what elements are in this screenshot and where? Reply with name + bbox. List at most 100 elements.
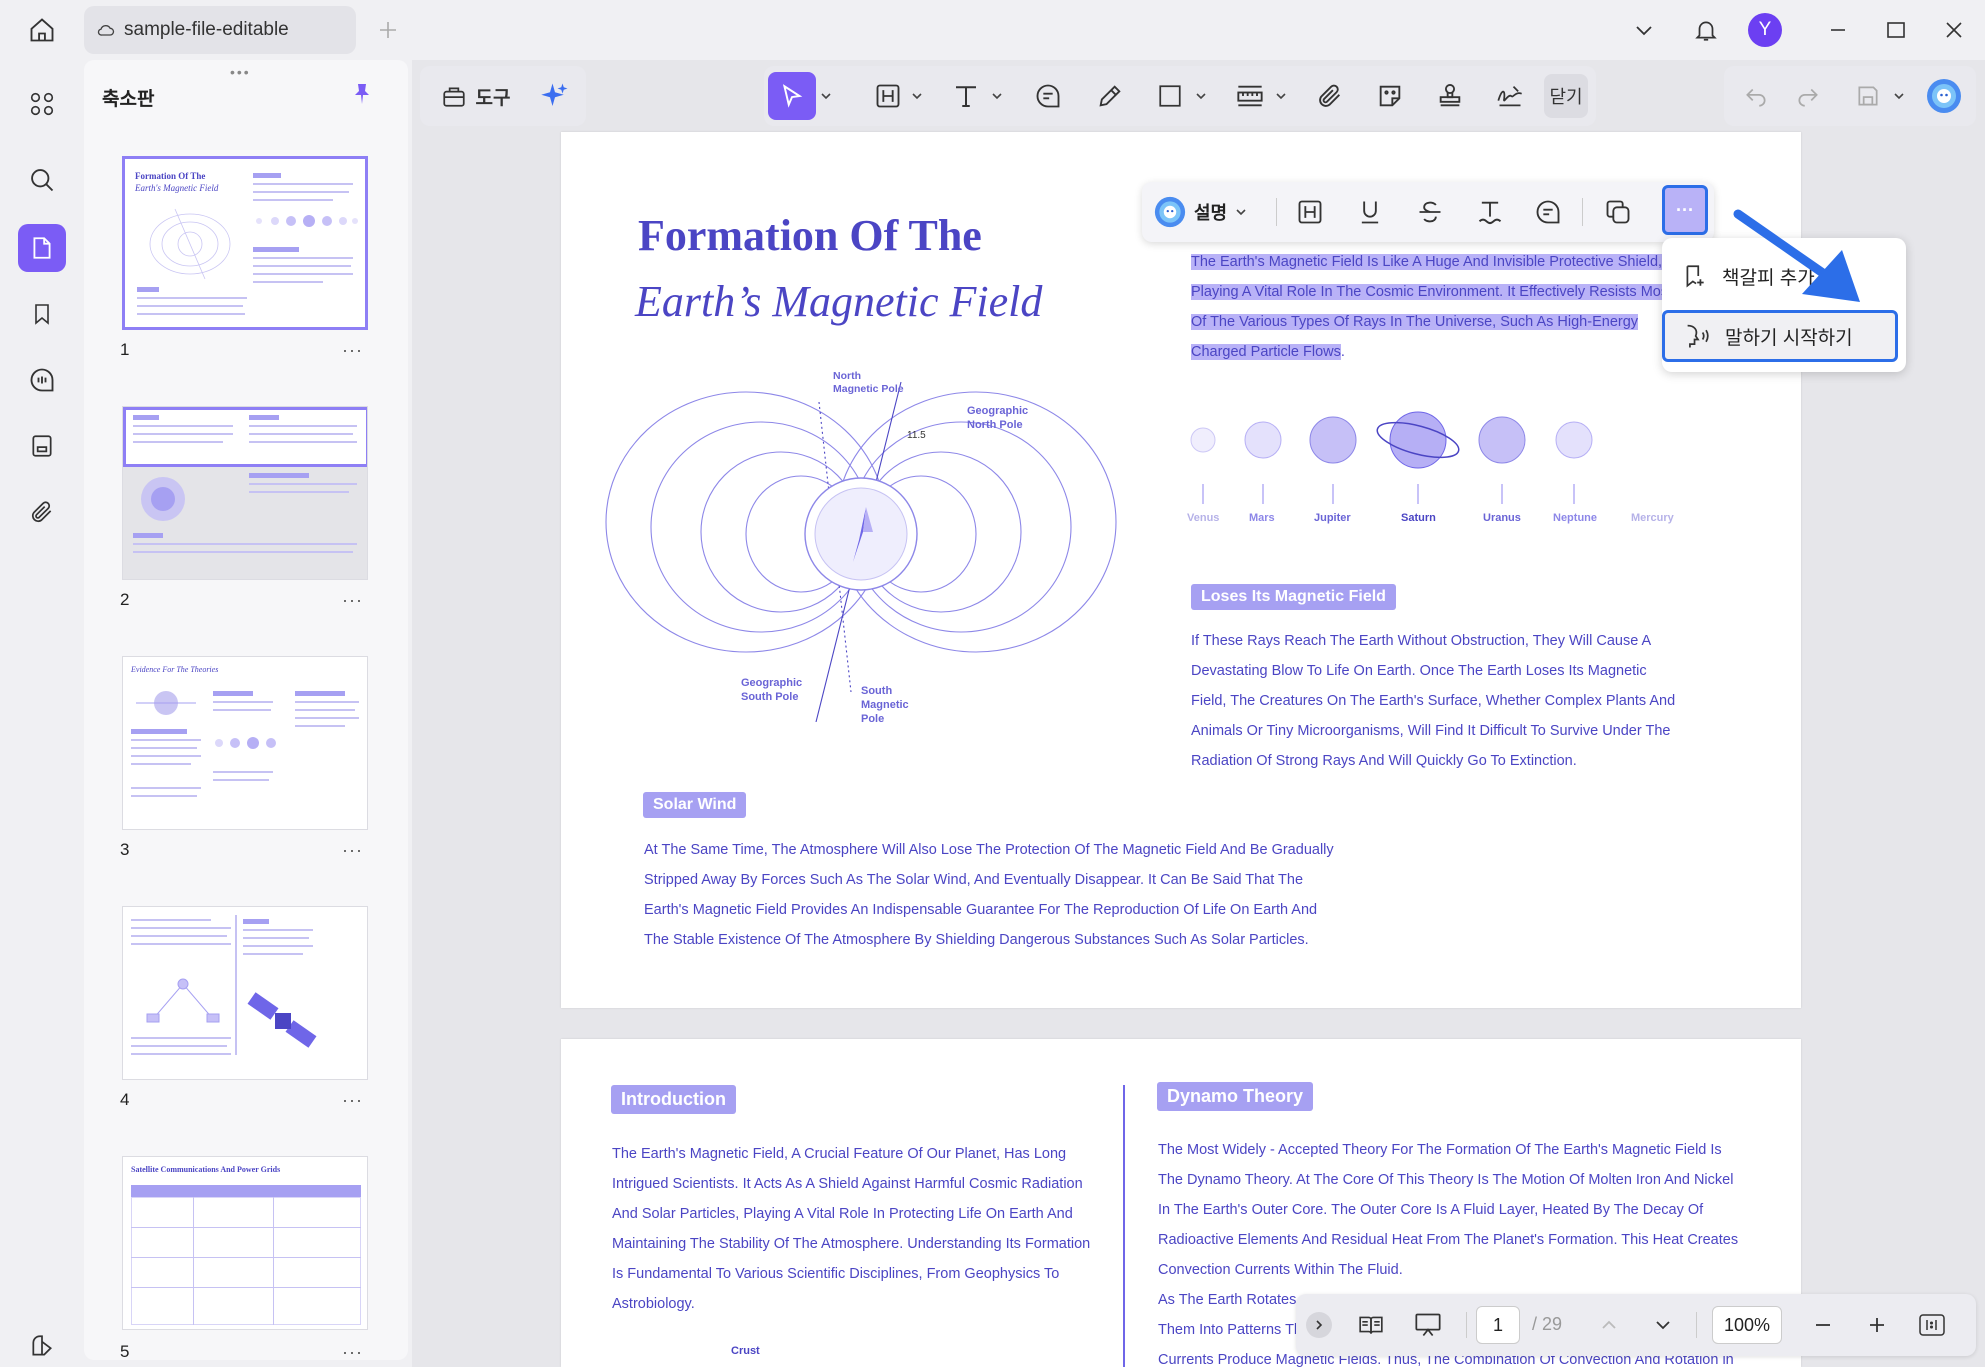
presentation-button[interactable]: [1408, 1308, 1448, 1342]
next-page-button[interactable]: [1648, 1310, 1678, 1340]
highlight-text-button[interactable]: [1290, 192, 1330, 232]
thumb-more-button[interactable]: ···: [342, 840, 363, 861]
page-thumbnail[interactable]: [122, 906, 368, 1080]
selected-line[interactable]: Of The Various Types Of Rays In The Univ…: [1191, 314, 1639, 330]
reading-mode-button[interactable]: [1354, 1308, 1388, 1342]
thumb-more-button[interactable]: ···: [342, 340, 363, 361]
strikethrough-button[interactable]: [1410, 192, 1450, 232]
maximize-button[interactable]: [1880, 14, 1912, 46]
ruler-icon: [1237, 85, 1263, 107]
rail-apps[interactable]: [18, 80, 66, 128]
shape-tool-button[interactable]: [1148, 66, 1192, 126]
measure-tool-dropdown[interactable]: [1272, 66, 1290, 126]
pencil-tool-button[interactable]: [1088, 66, 1132, 126]
signature-tool-button[interactable]: [1488, 66, 1532, 126]
stamp-tool-button[interactable]: [1428, 66, 1472, 126]
measure-tool-button[interactable]: [1228, 66, 1272, 126]
rail-bookmarks[interactable]: [18, 290, 66, 338]
tab-list-button[interactable]: [1628, 14, 1660, 46]
text-tool-button[interactable]: [944, 66, 988, 126]
selected-line[interactable]: Playing A Vital Role In The Cosmic Envir…: [1191, 284, 1673, 300]
text-line: The Stable Existence Of The Atmosphere B…: [644, 932, 1309, 948]
sticker-tool-button[interactable]: [1368, 66, 1412, 126]
explain-button[interactable]: 설명: [1154, 192, 1247, 232]
minimize-button[interactable]: [1822, 14, 1854, 46]
panel-drag-handle[interactable]: •••: [230, 64, 251, 80]
rail-theme[interactable]: [18, 1322, 66, 1367]
thumb-more-button[interactable]: ···: [342, 1342, 363, 1363]
home-button[interactable]: [22, 12, 62, 48]
close-window-button[interactable]: [1938, 14, 1970, 46]
selected-line[interactable]: The Earth's Magnetic Field Is Like A Hug…: [1191, 254, 1663, 270]
collapse-button[interactable]: [1306, 1312, 1332, 1338]
page-thumbnail[interactable]: Formation Of The Earth's Magnetic Field: [122, 156, 368, 330]
magnetic-field-diagram: [605, 381, 1117, 722]
text-tool-dropdown[interactable]: [988, 66, 1006, 126]
menu-item-start-speaking[interactable]: 말하기 시작하기: [1662, 310, 1898, 362]
pin-button[interactable]: [346, 78, 378, 110]
text-line: Radioactive Elements And Residual Heat F…: [1158, 1232, 1739, 1248]
page-thumbnail[interactable]: [122, 406, 368, 580]
thumbnail-panel: ••• 축소판 Formation Of The Earth's Magneti…: [84, 60, 408, 1363]
thumb-more-button[interactable]: ···: [342, 1090, 363, 1111]
page-number-input[interactable]: 1: [1476, 1306, 1520, 1344]
comment-icon: [1536, 200, 1560, 224]
save-dropdown[interactable]: [1890, 66, 1908, 126]
thumb-table: [131, 1197, 361, 1325]
zoom-out-button[interactable]: [1808, 1310, 1838, 1340]
highlight-tool-dropdown[interactable]: [908, 66, 926, 126]
redo-button[interactable]: [1786, 66, 1830, 126]
thumb-page-number: 1: [120, 340, 130, 359]
float-divider: [1276, 198, 1277, 226]
notifications-button[interactable]: [1688, 12, 1724, 48]
tab-title: sample-file-editable: [124, 19, 289, 40]
attach-tool-button[interactable]: [1308, 66, 1352, 126]
save-button[interactable]: [1846, 66, 1890, 126]
highlight-icon: [1298, 200, 1322, 224]
more-options-button[interactable]: ···: [1662, 185, 1708, 235]
select-tool-dropdown[interactable]: [816, 66, 836, 126]
thumb-page-number: 5: [120, 1342, 130, 1361]
actual-size-button[interactable]: [1916, 1310, 1948, 1340]
selected-line[interactable]: Charged Particle Flows: [1191, 344, 1341, 360]
pin-icon: [355, 84, 369, 104]
comment-text-button[interactable]: [1528, 192, 1568, 232]
undo-button[interactable]: [1734, 66, 1778, 126]
highlight-tool-button[interactable]: [868, 66, 908, 126]
label-angle: 11.5: [907, 430, 926, 441]
copy-button[interactable]: [1598, 192, 1638, 232]
squiggly-button[interactable]: [1470, 192, 1510, 232]
page-thumbnail[interactable]: Satellite Communications And Power Grids: [122, 1156, 368, 1330]
presentation-icon: [1415, 1313, 1441, 1337]
tools-button[interactable]: 도구: [430, 66, 520, 126]
prev-page-button[interactable]: [1594, 1310, 1624, 1340]
select-tool-button[interactable]: [768, 72, 816, 120]
rail-attachments[interactable]: [18, 488, 66, 536]
zoom-level-input[interactable]: 100%: [1712, 1306, 1782, 1344]
rail-thumbnails[interactable]: [18, 224, 66, 272]
document-tab[interactable]: sample-file-editable: [84, 6, 356, 54]
plus-icon: [380, 22, 396, 38]
plus-icon: [1870, 1318, 1884, 1332]
zoom-in-button[interactable]: [1862, 1310, 1892, 1340]
avatar[interactable]: Y: [1748, 13, 1782, 47]
planet-label: Saturn: [1401, 512, 1436, 524]
text-line: Animals Or Tiny Microorganisms, Will Fin…: [1191, 723, 1671, 739]
rail-search[interactable]: [18, 156, 66, 204]
book-icon: [1359, 1316, 1383, 1334]
rail-forms[interactable]: [18, 422, 66, 470]
paperclip-icon: [31, 501, 52, 523]
rail-comments[interactable]: [18, 356, 66, 404]
thumb-page-number: 2: [120, 590, 130, 609]
text-line: The Earth's Magnetic Field, A Crucial Fe…: [612, 1146, 1067, 1162]
new-tab-button[interactable]: [372, 14, 404, 46]
thumb-more-button[interactable]: ···: [342, 590, 363, 611]
shape-tool-dropdown[interactable]: [1192, 66, 1210, 126]
underline-button[interactable]: [1350, 192, 1390, 232]
page-thumbnail[interactable]: Evidence For The Theories: [122, 656, 368, 830]
ai-assistant-button[interactable]: [1920, 66, 1968, 126]
comment-tool-button[interactable]: [1026, 66, 1070, 126]
ai-button[interactable]: [532, 66, 578, 126]
close-toolbar-button[interactable]: 닫기: [1544, 74, 1588, 118]
selected-paragraph[interactable]: The Earth's Magnetic Field Is Like A Hug…: [1191, 247, 1673, 367]
